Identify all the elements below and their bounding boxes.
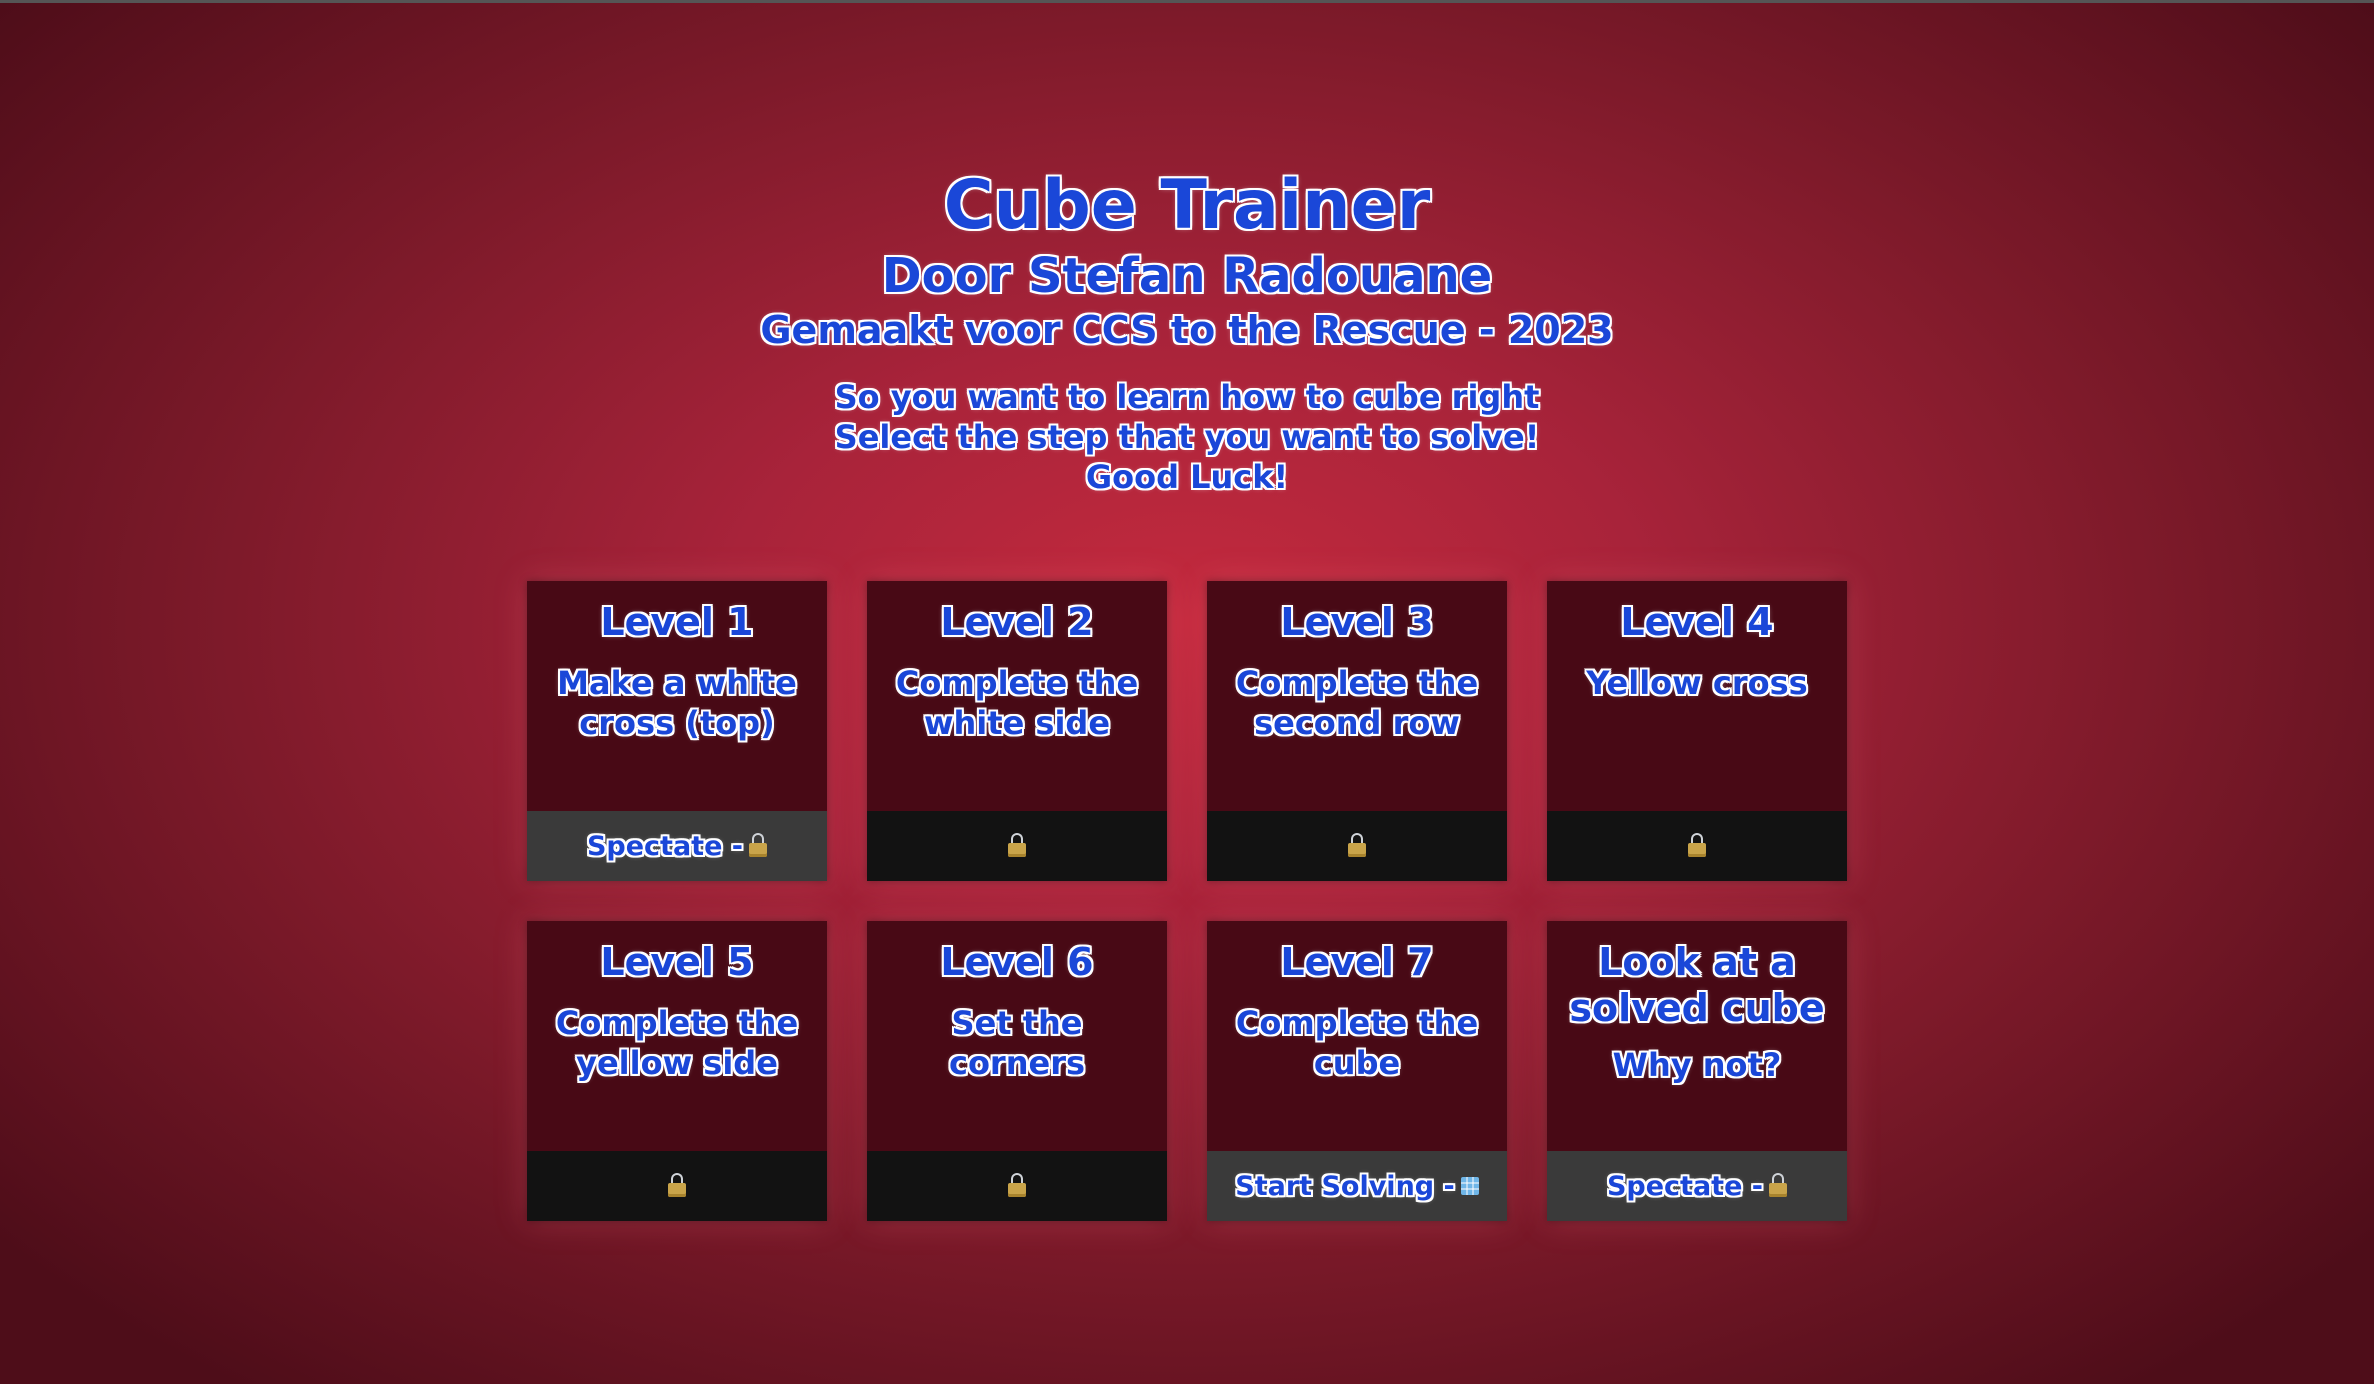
level-description: Yellow cross	[1586, 664, 1808, 702]
locked-footer	[1207, 811, 1507, 881]
lock-icon	[749, 833, 768, 857]
level-description: Why not?	[1612, 1046, 1782, 1084]
level-title: Level 6	[940, 940, 1094, 984]
start-solving-button[interactable]: Start Solving -	[1207, 1151, 1507, 1221]
level-card-5[interactable]: Level 5 Complete the yellow side	[527, 921, 827, 1221]
locked-footer	[1547, 811, 1847, 881]
made-for-subtitle: Gemaakt voor CCS to the Rescue - 2023	[760, 308, 1614, 352]
level-description: Complete the cube	[1235, 1004, 1479, 1082]
level-card-2[interactable]: Level 2 Complete the white side	[867, 581, 1167, 881]
level-title: Level 1	[600, 600, 754, 644]
author-subtitle: Door Stefan Radouane	[881, 248, 1493, 304]
level-grid: Level 1 Make a white cross (top) Spectat…	[527, 581, 1847, 1221]
lock-icon	[1769, 1173, 1788, 1197]
level-title: Level 4	[1620, 600, 1774, 644]
level-title: Look at a solved cube	[1569, 940, 1825, 1030]
level-title: Level 7	[1280, 940, 1434, 984]
level-description: Complete the white side	[895, 664, 1139, 742]
intro-text: So you want to learn how to cube right S…	[0, 377, 2374, 497]
level-card-1[interactable]: Level 1 Make a white cross (top) Spectat…	[527, 581, 827, 881]
level-description: Set the corners	[948, 1004, 1086, 1082]
level-title: Level 3	[1280, 600, 1434, 644]
footer-label: Spectate -	[1606, 1170, 1764, 1202]
level-title: Level 5	[600, 940, 754, 984]
intro-line: Good Luck!	[1085, 458, 1289, 496]
lock-icon	[1688, 833, 1706, 857]
window-top-border	[0, 0, 2374, 3]
spectate-button[interactable]: Spectate -	[527, 811, 827, 881]
footer-label: Spectate -	[586, 830, 744, 862]
level-description: Complete the second row	[1235, 664, 1479, 742]
spectate-button[interactable]: Spectate -	[1547, 1151, 1847, 1221]
lock-icon	[1008, 833, 1026, 857]
level-card-6[interactable]: Level 6 Set the corners	[867, 921, 1167, 1221]
cube-icon	[1460, 1177, 1479, 1195]
page-title: Cube Trainer	[943, 166, 1431, 245]
intro-line: Select the step that you want to solve!	[834, 418, 1540, 456]
footer-label: Start Solving -	[1235, 1170, 1455, 1202]
level-title: Level 2	[940, 600, 1094, 644]
locked-footer	[527, 1151, 827, 1221]
lock-icon	[668, 1173, 686, 1197]
intro-line: So you want to learn how to cube right	[834, 378, 1540, 416]
locked-footer	[867, 811, 1167, 881]
locked-footer	[867, 1151, 1167, 1221]
level-card-3[interactable]: Level 3 Complete the second row	[1207, 581, 1507, 881]
page-header: Cube Trainer Door Stefan Radouane Gemaak…	[0, 165, 2374, 497]
level-description: Make a white cross (top)	[557, 664, 797, 742]
lock-icon	[1348, 833, 1366, 857]
solved-cube-card[interactable]: Look at a solved cube Why not? Spectate …	[1547, 921, 1847, 1221]
level-card-7[interactable]: Level 7 Complete the cube Start Solving …	[1207, 921, 1507, 1221]
level-card-4[interactable]: Level 4 Yellow cross	[1547, 581, 1847, 881]
lock-icon	[1008, 1173, 1026, 1197]
level-description: Complete the yellow side	[555, 1004, 799, 1082]
